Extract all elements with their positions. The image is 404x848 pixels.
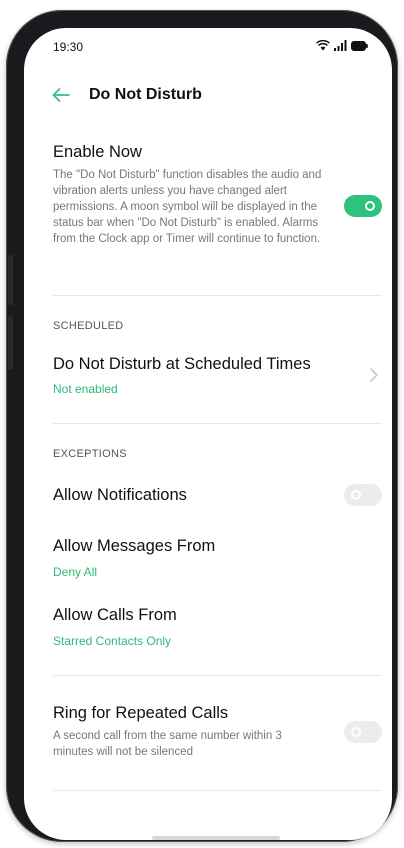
repeated-calls-toggle[interactable] [344,721,382,743]
allow-messages-row[interactable]: Allow Messages From Deny All [24,533,392,585]
section-label-exceptions: EXCEPTIONS [53,448,127,460]
wifi-icon [316,40,330,51]
screen: 19:30 Do Not Disturb Enable Now The "Do … [24,28,392,840]
divider [53,295,382,296]
page-title: Do Not Disturb [89,86,202,103]
toggle-knob [351,727,361,737]
enable-now-description: The "Do Not Disturb" function disables t… [53,169,322,245]
allow-notifications-toggle[interactable] [344,484,382,506]
battery-icon [351,40,368,51]
arrow-left-icon [52,88,70,102]
status-icons [316,40,368,51]
volume-down-button [8,315,13,370]
allow-messages-title: Allow Messages From [53,537,216,555]
divider [53,790,382,791]
allow-calls-title: Allow Calls From [53,606,177,624]
toggle-knob [365,201,375,211]
status-time: 19:30 [53,40,84,54]
signal-icon [334,40,347,51]
allow-notifications-row[interactable]: Allow Notifications [24,480,392,516]
enable-now-row[interactable]: Enable Now The "Do Not Disturb" function… [24,140,392,272]
allow-notifications-title: Allow Notifications [53,486,187,504]
header: Do Not Disturb [24,80,392,110]
chevron-right-icon [370,368,378,382]
scheduled-times-status: Not enabled [53,382,118,396]
status-bar: 19:30 [24,28,392,64]
volume-up-button [8,255,13,305]
scheduled-times-title: Do Not Disturb at Scheduled Times [53,355,311,373]
toggle-knob [351,490,361,500]
phone-frame: 19:30 Do Not Disturb Enable Now The "Do … [6,10,398,842]
allow-messages-value: Deny All [53,565,98,579]
enable-now-title: Enable Now [53,143,142,161]
divider [53,675,382,676]
repeated-calls-title: Ring for Repeated Calls [53,704,229,722]
back-button[interactable] [50,84,72,106]
divider [53,423,382,424]
repeated-calls-description: A second call from the same number withi… [53,730,282,758]
section-label-scheduled: SCHEDULED [53,320,124,332]
enable-now-toggle[interactable] [344,195,382,217]
allow-calls-value: Starred Contacts Only [53,634,172,648]
repeated-calls-row[interactable]: Ring for Repeated Calls A second call fr… [24,700,392,770]
scheduled-times-row[interactable]: Do Not Disturb at Scheduled Times Not en… [24,350,392,406]
allow-calls-row[interactable]: Allow Calls From Starred Contacts Only [24,602,392,654]
home-indicator[interactable] [152,836,280,840]
